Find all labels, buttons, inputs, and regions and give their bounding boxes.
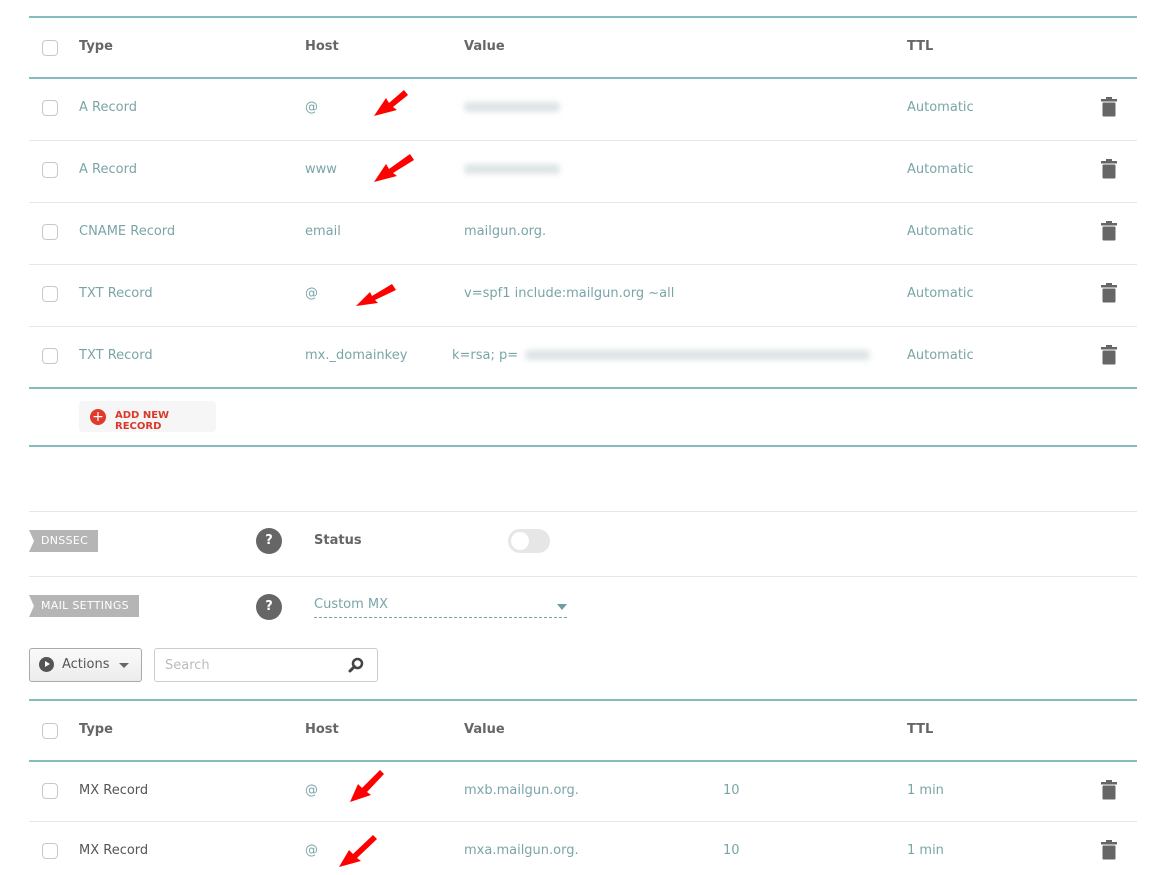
mx-column-header-ttl[interactable]: TTL — [907, 722, 933, 737]
record-host[interactable]: www — [305, 162, 337, 177]
record-ttl[interactable]: Automatic — [907, 286, 974, 301]
row-checkbox[interactable] — [42, 843, 58, 859]
mx-table-top-border — [29, 699, 1137, 701]
record-host[interactable]: email — [305, 224, 341, 239]
mail-settings-select[interactable]: Custom MX — [314, 597, 567, 618]
mail-settings-help-icon[interactable]: ? — [256, 594, 282, 620]
record-value[interactable]: k=rsa; p= — [452, 348, 518, 363]
trash-icon[interactable] — [1101, 345, 1117, 365]
record-type[interactable]: A Record — [79, 162, 137, 177]
row-divider — [29, 326, 1137, 327]
record-ttl[interactable]: 1 min — [907, 843, 944, 858]
record-ttl[interactable]: Automatic — [907, 348, 974, 363]
actions-dropdown-button[interactable]: Actions — [29, 648, 142, 682]
mx-column-header-value[interactable]: Value — [464, 722, 505, 737]
column-header-type[interactable]: Type — [79, 39, 113, 54]
mx-column-header-type[interactable]: Type — [79, 722, 113, 737]
trash-icon[interactable] — [1101, 159, 1117, 179]
record-ttl[interactable]: Automatic — [907, 100, 974, 115]
record-type[interactable]: MX Record — [79, 843, 148, 858]
record-host[interactable]: @ — [305, 100, 318, 115]
mail-settings-tag: MAIL SETTINGS — [29, 595, 139, 617]
annotation-arrow-icon — [374, 154, 414, 182]
record-value[interactable]: mxa.mailgun.org. — [464, 843, 579, 858]
dnssec-tag: DNSSEC — [29, 530, 99, 552]
play-circle-icon — [39, 657, 54, 672]
record-ttl[interactable]: Automatic — [907, 224, 974, 239]
row-divider — [29, 821, 1137, 822]
mx-header-bottom-border — [29, 760, 1137, 762]
row-checkbox[interactable] — [42, 783, 58, 799]
dnssec-help-icon[interactable]: ? — [256, 528, 282, 554]
row-divider — [29, 202, 1137, 203]
record-value[interactable]: mailgun.org. — [464, 224, 546, 239]
section-bottom-border — [29, 445, 1137, 447]
record-host[interactable]: @ — [305, 783, 318, 798]
search-box[interactable] — [154, 648, 378, 682]
trash-icon[interactable] — [1101, 221, 1117, 241]
dnssec-status-toggle[interactable] — [508, 529, 550, 553]
search-icon[interactable] — [348, 657, 364, 673]
select-all-checkbox[interactable] — [42, 40, 58, 56]
mail-settings-selected-value: Custom MX — [314, 597, 389, 612]
mail-settings-top-divider — [29, 576, 1137, 577]
row-checkbox[interactable] — [42, 286, 58, 302]
add-new-record-label: ADD NEW RECORD — [115, 410, 170, 432]
trash-icon[interactable] — [1101, 840, 1117, 860]
record-type[interactable]: TXT Record — [79, 348, 153, 363]
caret-down-icon — [119, 663, 129, 668]
search-input[interactable] — [163, 655, 337, 675]
record-type[interactable]: A Record — [79, 100, 137, 115]
column-header-value[interactable]: Value — [464, 39, 505, 54]
table-bottom-border — [29, 387, 1137, 389]
record-type[interactable]: CNAME Record — [79, 224, 175, 239]
record-ttl[interactable]: Automatic — [907, 162, 974, 177]
dnssec-status-label: Status — [314, 533, 362, 548]
record-type[interactable]: TXT Record — [79, 286, 153, 301]
mx-column-header-host[interactable]: Host — [305, 722, 339, 737]
row-checkbox[interactable] — [42, 224, 58, 240]
column-header-host[interactable]: Host — [305, 39, 339, 54]
record-value-redacted — [464, 164, 560, 174]
trash-icon[interactable] — [1101, 97, 1117, 117]
record-priority[interactable]: 10 — [723, 783, 740, 798]
row-checkbox[interactable] — [42, 348, 58, 364]
record-host[interactable]: mx._domainkey — [305, 348, 407, 363]
column-header-ttl[interactable]: TTL — [907, 39, 933, 54]
actions-label: Actions — [62, 657, 110, 672]
mx-select-all-checkbox[interactable] — [42, 723, 58, 739]
record-priority[interactable]: 10 — [723, 843, 740, 858]
header-bottom-border — [29, 77, 1137, 79]
plus-circle-icon: + — [90, 409, 106, 425]
row-checkbox[interactable] — [42, 100, 58, 116]
dnssec-top-divider — [29, 511, 1137, 512]
annotation-arrow-icon — [339, 835, 377, 867]
row-divider — [29, 264, 1137, 265]
trash-icon[interactable] — [1101, 780, 1117, 800]
annotation-arrow-icon — [374, 90, 408, 116]
chevron-down-icon — [557, 604, 567, 610]
record-value-redacted — [525, 350, 870, 360]
add-new-record-button[interactable]: + ADD NEW RECORD — [79, 401, 216, 432]
row-divider — [29, 140, 1137, 141]
record-ttl[interactable]: 1 min — [907, 783, 944, 798]
record-value[interactable]: v=spf1 include:mailgun.org ~all — [464, 286, 674, 301]
record-value[interactable]: mxb.mailgun.org. — [464, 783, 579, 798]
annotation-arrow-icon — [356, 284, 396, 306]
toggle-knob — [511, 532, 529, 550]
record-host[interactable]: @ — [305, 286, 318, 301]
annotation-arrow-icon — [350, 770, 384, 802]
record-type[interactable]: MX Record — [79, 783, 148, 798]
trash-icon[interactable] — [1101, 283, 1117, 303]
record-value-redacted — [464, 102, 560, 112]
table-top-border — [29, 16, 1137, 18]
record-host[interactable]: @ — [305, 843, 318, 858]
row-checkbox[interactable] — [42, 162, 58, 178]
